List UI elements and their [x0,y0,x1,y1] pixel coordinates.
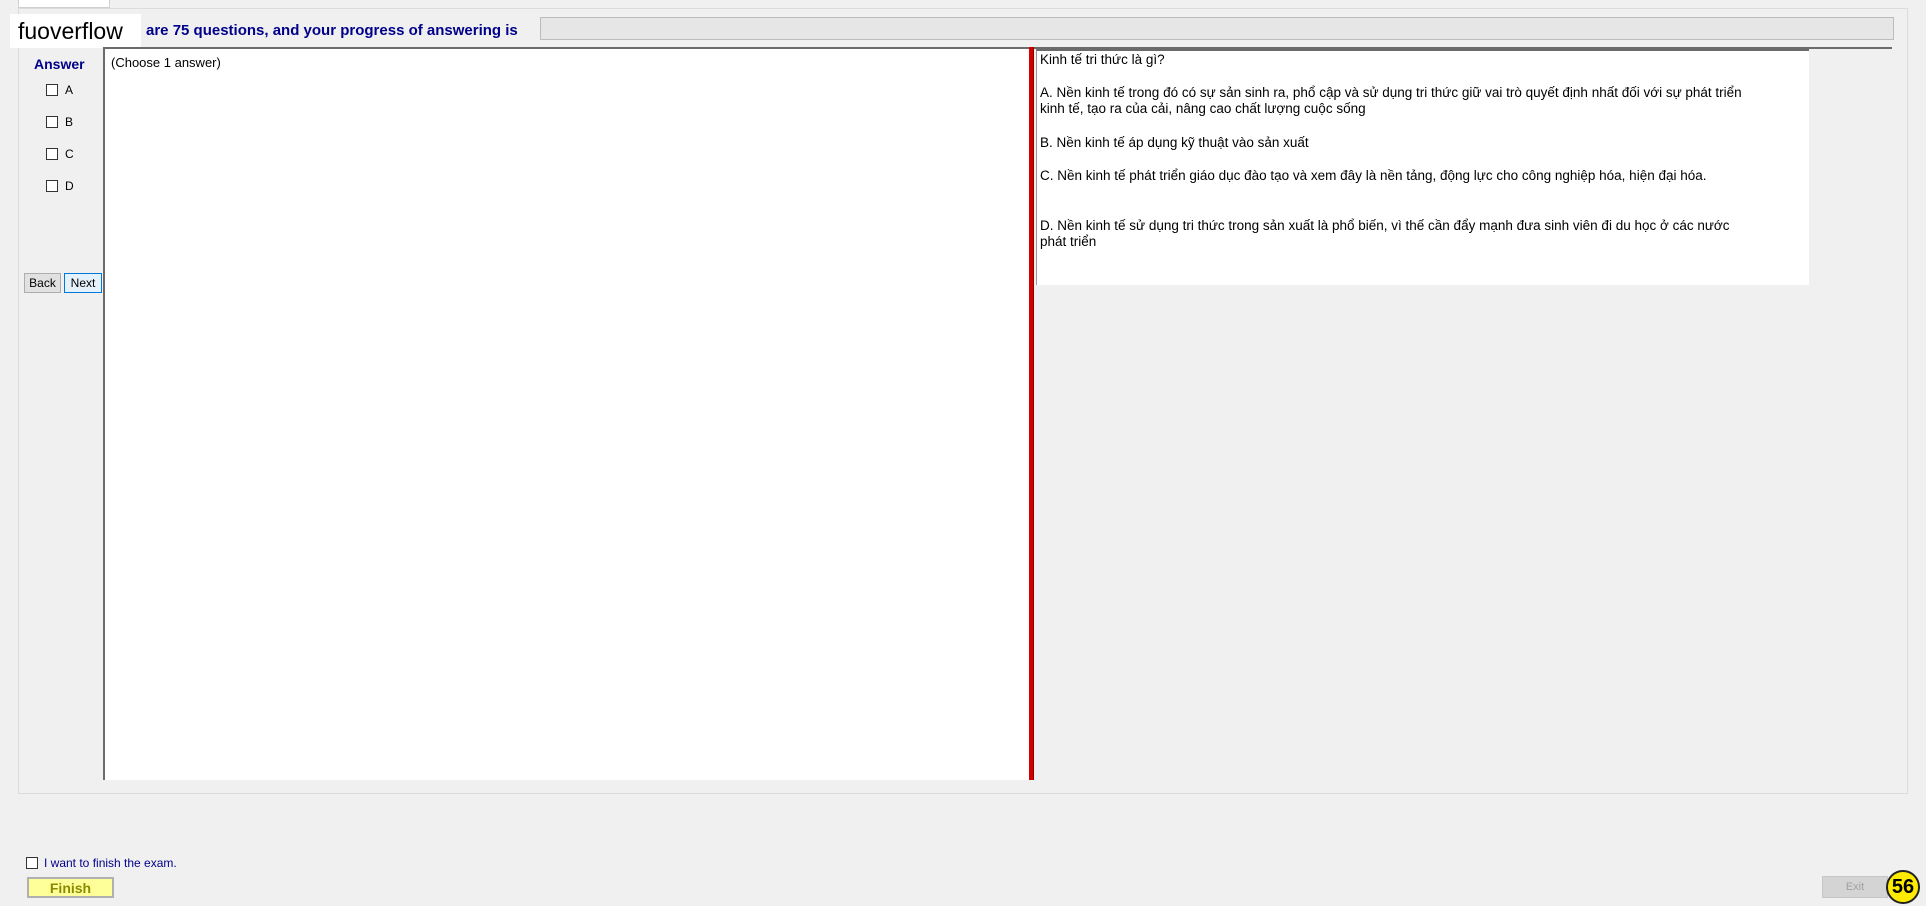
option-d-checkbox[interactable] [46,180,58,192]
finish-button[interactable]: Finish [27,877,114,898]
choice-c-text: C. Nền kinh tế phát triển giáo dục đào t… [1040,168,1707,183]
next-button[interactable]: Next [64,273,102,293]
exit-button[interactable]: Exit [1822,876,1888,898]
option-b-checkbox[interactable] [46,116,58,128]
choice-a-text: A. Nền kinh tế trong đó có sự sản sinh r… [1040,85,1742,116]
option-d-label: D [65,179,74,193]
option-d[interactable]: D [46,178,74,194]
option-a[interactable]: A [46,82,73,98]
choice-d-text: D. Nền kinh tế sử dụng tri thức trong sả… [1040,218,1730,249]
counter-badge: 56 [1886,870,1920,904]
option-a-checkbox[interactable] [46,84,58,96]
answer-title: Answer [34,56,85,72]
panel-splitter[interactable] [1029,47,1034,780]
option-c-checkbox[interactable] [46,148,58,160]
choice-b-text: B. Nền kinh tế áp dụng kỹ thuật vào sản … [1040,135,1309,150]
option-a-label: A [65,83,74,97]
progress-text: are 75 questions, and your progress of a… [146,22,518,39]
brand-logo: fuoverflow [10,14,141,48]
option-b-label: B [65,115,74,129]
finish-checkbox[interactable] [26,857,38,869]
finish-confirm[interactable]: I want to finish the exam. [26,856,177,870]
option-c[interactable]: C [46,146,74,162]
back-button[interactable]: Back [24,273,61,293]
finish-checkbox-label: I want to finish the exam. [44,856,177,870]
choose-hint: (Choose 1 answer) [111,55,221,70]
window-tab [18,0,110,8]
answer-area: (Choose 1 answer) [103,47,1030,780]
progress-bar [540,17,1894,40]
question-panel: Kinh tế tri thức là gì? A. Nền kinh tế t… [1036,49,1809,285]
question-prompt: Kinh tế tri thức là gì? [1040,52,1165,67]
option-b[interactable]: B [46,114,73,130]
option-c-label: C [65,147,74,161]
